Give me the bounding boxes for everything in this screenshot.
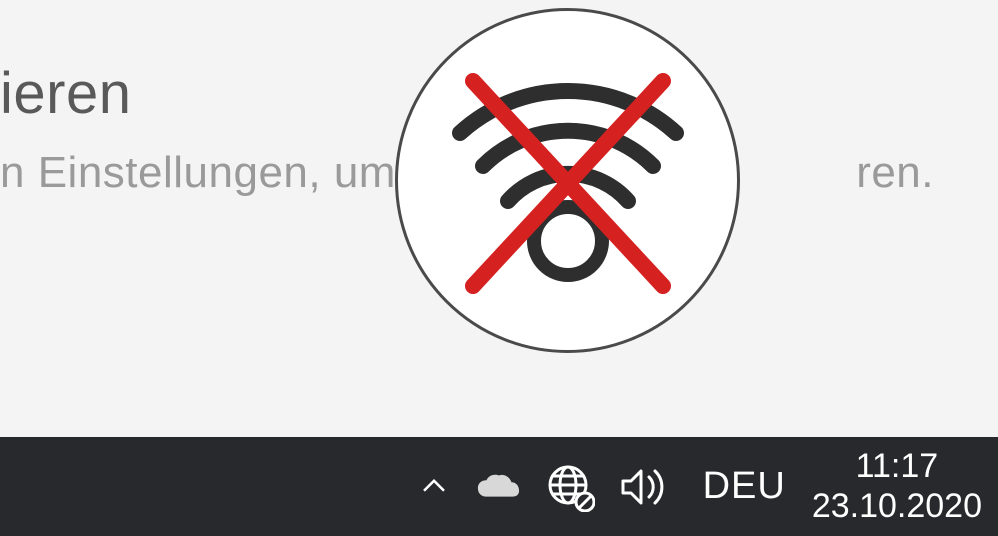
wifi-disabled-icon <box>438 51 698 311</box>
network-disabled-icon <box>545 462 595 512</box>
tray-time: 11:17 <box>856 447 939 486</box>
tray-onedrive[interactable] <box>463 437 533 536</box>
tray-clock[interactable]: 11:17 23.10.2020 <box>802 437 992 536</box>
heading-text-fragment: ieren <box>0 60 131 127</box>
tray-network[interactable] <box>533 437 607 536</box>
desktop-content: ieren n Einstellungen, um W ren. <box>0 0 998 437</box>
tray-overflow-chevron[interactable] <box>405 437 463 536</box>
wifi-disabled-overlay <box>395 8 740 353</box>
taskbar: DEU 11:17 23.10.2020 <box>0 437 998 536</box>
onedrive-icon <box>475 464 521 510</box>
tray-language[interactable]: DEU <box>687 437 802 536</box>
chevron-up-icon <box>419 472 449 502</box>
sound-icon <box>619 459 675 515</box>
body-text-left: n Einstellungen, um W <box>0 148 451 197</box>
tray-sound[interactable] <box>607 437 687 536</box>
body-text-right: ren. <box>856 148 934 197</box>
tray-date: 23.10.2020 <box>812 487 982 526</box>
